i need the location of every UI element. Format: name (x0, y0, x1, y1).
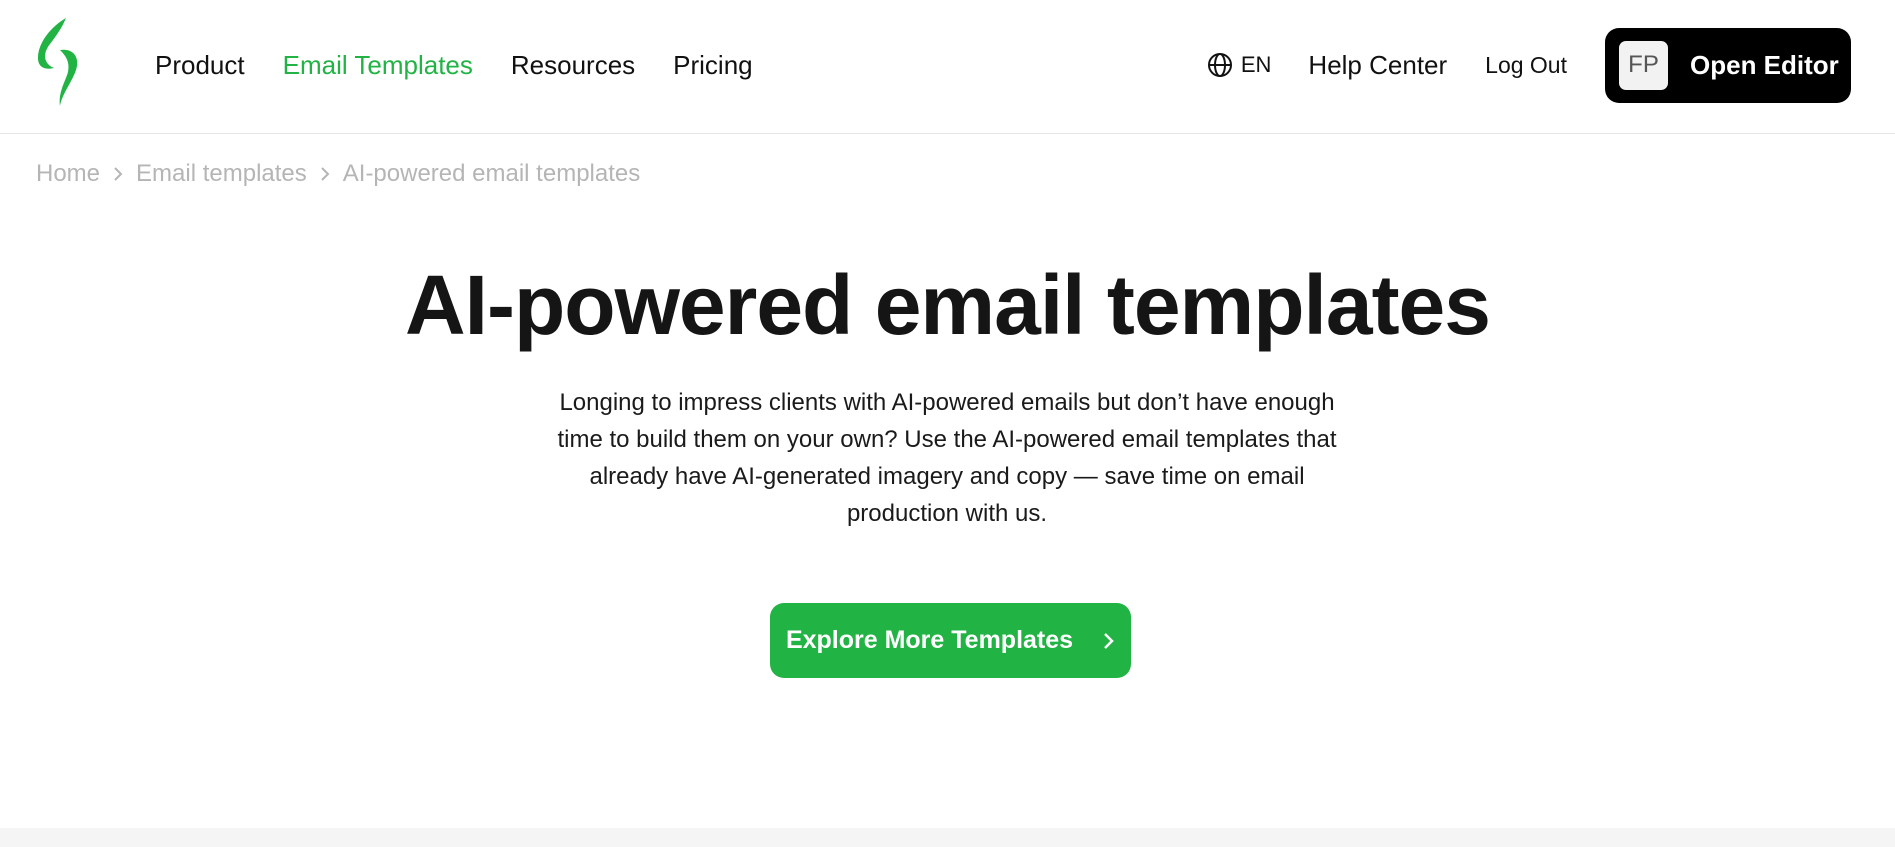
site-header: Product Email Templates Resources Pricin… (0, 0, 1895, 134)
main-nav: Product Email Templates Resources Pricin… (155, 0, 791, 130)
breadcrumb-email-templates[interactable]: Email templates (136, 160, 307, 188)
chevron-right-icon (1104, 632, 1114, 649)
next-section-edge (0, 828, 1895, 847)
nav-pricing[interactable]: Pricing (673, 50, 752, 81)
language-selector[interactable]: EN (1207, 52, 1272, 78)
header-actions: EN Help Center Log Out FP Open Editor (1207, 0, 1851, 130)
chevron-right-icon (319, 166, 331, 182)
cta-label: Explore More Templates (785, 626, 1074, 654)
explore-more-templates-button[interactable]: Explore More Templates (770, 603, 1131, 678)
language-label: EN (1240, 52, 1272, 77)
nav-resources[interactable]: Resources (511, 50, 635, 81)
nav-product[interactable]: Product (155, 50, 245, 81)
hero-description: Longing to impress clients with AI-power… (557, 389, 1337, 527)
globe-icon (1207, 53, 1232, 77)
page-title: AI-powered email templates (405, 258, 1491, 352)
open-editor-button[interactable]: FP Open Editor (1605, 27, 1851, 103)
help-center-link[interactable]: Help Center (1308, 50, 1447, 81)
breadcrumb-current: AI-powered email templates (342, 160, 641, 187)
nav-email-templates[interactable]: Email Templates (283, 50, 473, 81)
breadcrumb: Home Email templates AI-powered email te… (36, 160, 640, 188)
avatar: FP (1619, 40, 1668, 90)
log-out-link[interactable]: Log Out (1485, 52, 1567, 79)
logo-icon[interactable] (30, 16, 86, 108)
breadcrumb-home[interactable]: Home (36, 160, 100, 188)
open-editor-label: Open Editor (1690, 49, 1839, 80)
chevron-right-icon (112, 166, 124, 182)
